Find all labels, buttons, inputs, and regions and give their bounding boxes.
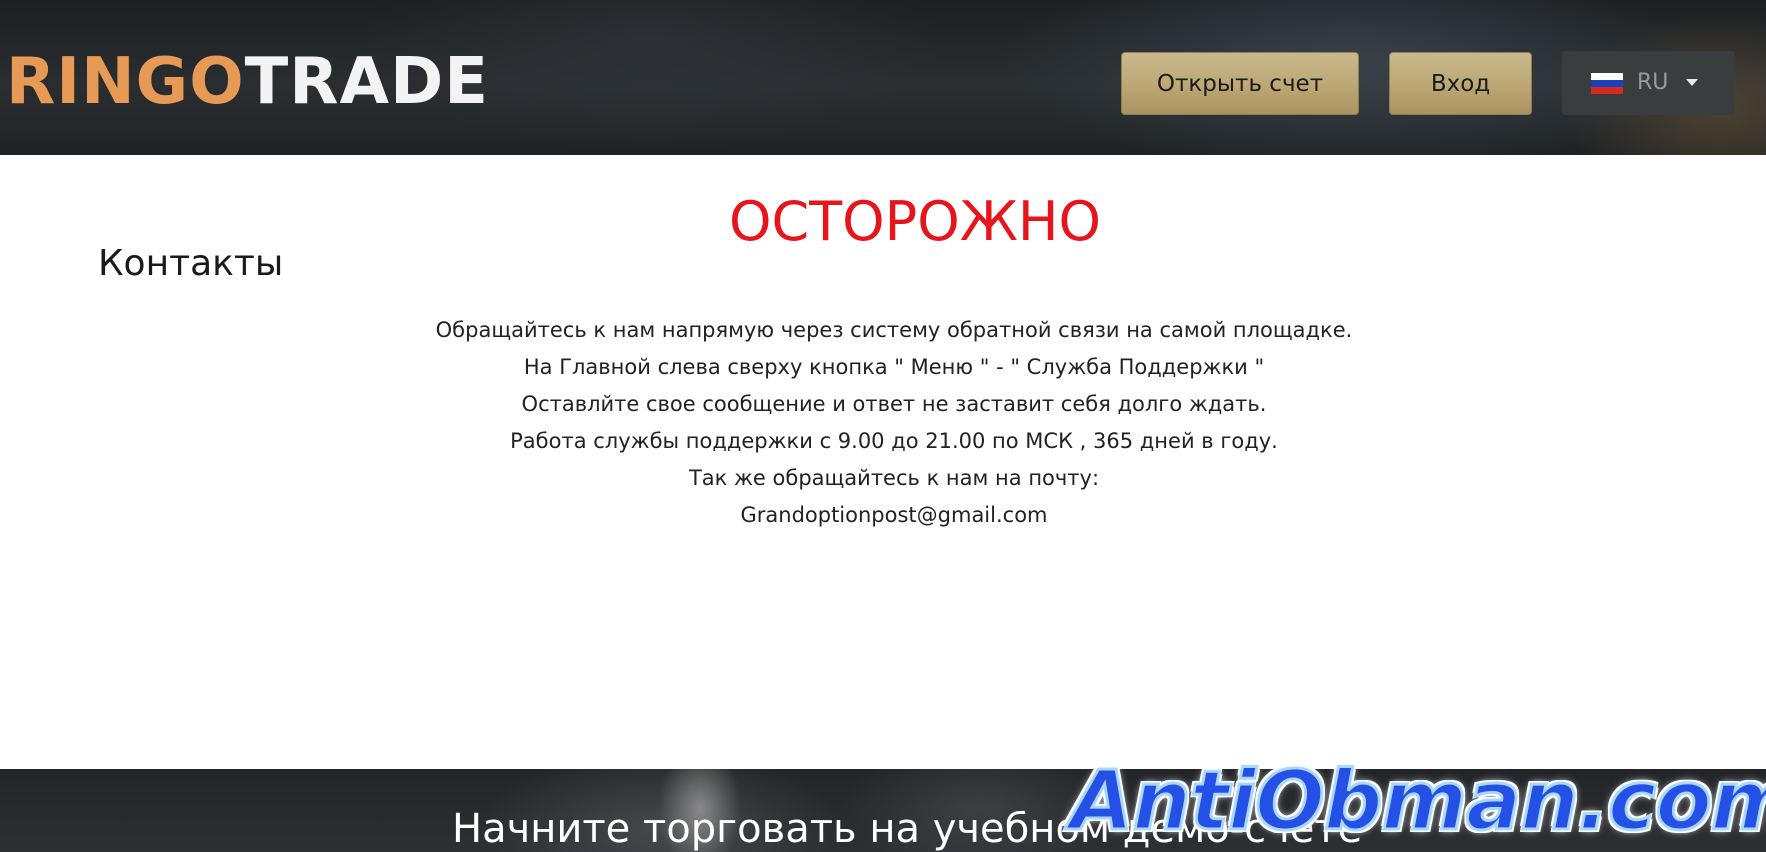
site-logo[interactable]: RINGOTRADE bbox=[6, 44, 489, 120]
info-line-5: Так же обращайтесь к нам на почту: bbox=[688, 466, 1100, 490]
language-selector[interactable]: RU bbox=[1562, 51, 1735, 115]
site-header: RINGOTRADE Открыть счет Вход RU bbox=[0, 0, 1766, 155]
open-account-button[interactable]: Открыть счет bbox=[1121, 52, 1359, 115]
info-line-2: На Главной слева сверху кнопка " Меню " … bbox=[523, 355, 1265, 379]
chevron-down-icon bbox=[1686, 79, 1698, 86]
logo-part-trade: TRADE bbox=[244, 45, 489, 119]
info-line-4: Работа службы поддержки с 9.00 до 21.00 … bbox=[510, 429, 1278, 453]
info-line-1: Обращайтесь к нам напрямую через систему… bbox=[435, 318, 1353, 342]
contact-info: Обращайтесь к нам напрямую через систему… bbox=[0, 312, 1766, 534]
language-code: RU bbox=[1637, 70, 1669, 95]
contact-email: Grandoptionpost@gmail.com bbox=[740, 503, 1048, 527]
watermark: AntiObman.com bbox=[1068, 753, 1766, 851]
info-line-3: Оставлйте свое сообщение и ответ не заст… bbox=[521, 392, 1267, 416]
russia-flag-icon bbox=[1591, 73, 1623, 94]
page-title: Контакты bbox=[98, 243, 284, 284]
logo-part-ringo: RINGO bbox=[6, 45, 245, 119]
login-button[interactable]: Вход bbox=[1389, 52, 1532, 115]
